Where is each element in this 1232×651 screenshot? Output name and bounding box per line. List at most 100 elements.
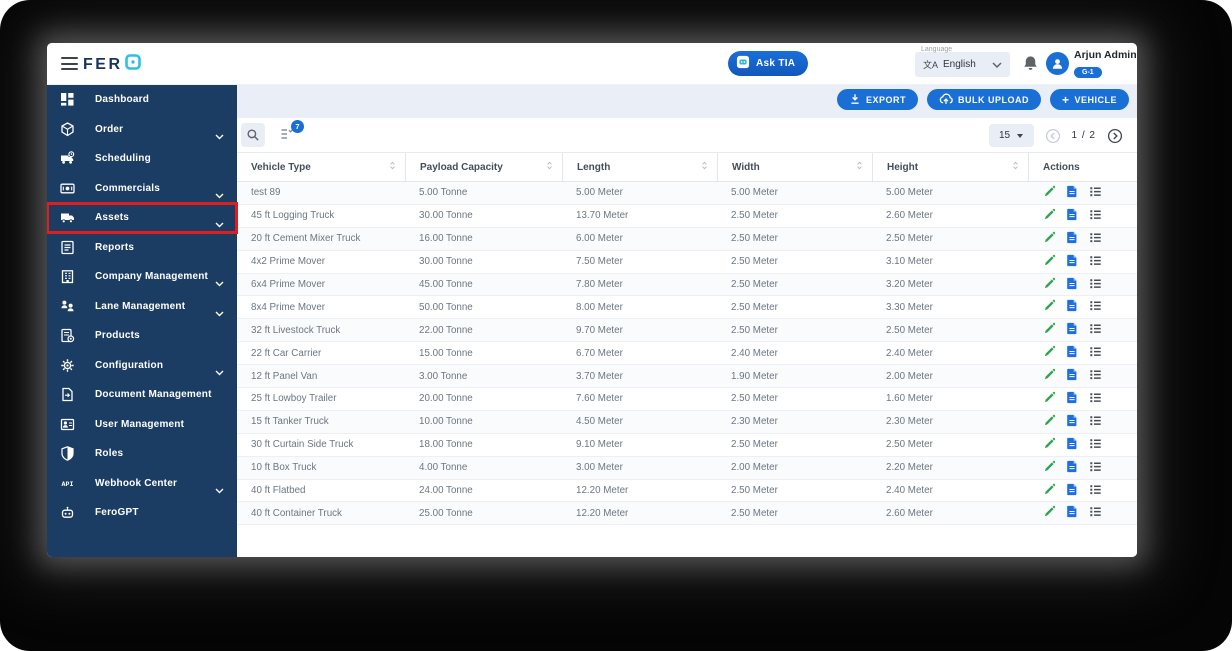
column-header-height[interactable]: Height [872, 153, 1028, 181]
column-header-vehicle-type[interactable]: Vehicle Type [237, 153, 405, 181]
edit-button[interactable] [1042, 277, 1056, 292]
cell-length: 5.00 Meter [576, 187, 623, 199]
lane-management-icon [60, 299, 75, 314]
details-button[interactable] [1088, 232, 1102, 246]
column-header-length[interactable]: Length [562, 153, 717, 181]
sidebar-item-ferogpt[interactable]: FeroGPT [47, 498, 237, 528]
shield-icon [60, 446, 75, 462]
filter-button[interactable]: 7 [279, 120, 304, 143]
table-row: 10 ft Box Truck 4.00 Tonne 3.00 Meter 2.00 … [237, 456, 1137, 480]
file-icon [1066, 231, 1078, 247]
add-vehicle-button[interactable]: + VEHICLE [1049, 89, 1129, 110]
edit-button[interactable] [1042, 460, 1056, 475]
sort-icon[interactable] [855, 159, 864, 175]
document-button[interactable] [1065, 185, 1079, 200]
export-button[interactable]: EXPORT [836, 89, 918, 110]
document-button[interactable] [1065, 323, 1079, 337]
user-avatar[interactable] [1046, 52, 1069, 75]
edit-button[interactable] [1042, 231, 1056, 246]
sidebar-item-configuration[interactable]: Configuration [47, 351, 237, 381]
details-button[interactable] [1088, 186, 1102, 200]
edit-button[interactable] [1042, 323, 1056, 337]
sort-icon[interactable] [388, 159, 397, 175]
details-button[interactable] [1088, 323, 1102, 337]
details-button[interactable] [1088, 346, 1102, 360]
document-button[interactable] [1065, 277, 1079, 292]
details-button[interactable] [1088, 461, 1102, 475]
details-button[interactable] [1088, 438, 1102, 452]
details-button[interactable] [1088, 300, 1102, 314]
page-size-value: 15 [998, 130, 1011, 141]
sidebar-item-products[interactable]: Products [47, 321, 237, 351]
document-button[interactable] [1065, 300, 1079, 314]
document-button[interactable] [1065, 231, 1079, 247]
edit-button[interactable] [1042, 185, 1056, 200]
sidebar-item-dashboard[interactable]: Dashboard [47, 85, 237, 115]
tia-bot-icon [736, 55, 750, 72]
edit-button[interactable] [1042, 414, 1056, 429]
edit-button[interactable] [1042, 483, 1056, 498]
filter-count-badge: 7 [291, 120, 304, 133]
document-button[interactable] [1065, 391, 1079, 406]
cell-vehicle_type: 25 ft Lowboy Trailer [251, 393, 337, 405]
details-button[interactable] [1088, 484, 1102, 498]
details-button[interactable] [1088, 415, 1102, 429]
language-selector[interactable]: Language 文A English [915, 46, 1010, 77]
cell-length: 6.00 Meter [576, 233, 623, 245]
column-header-payload-capacity[interactable]: Payload Capacity [405, 153, 562, 181]
hamburger-menu-icon[interactable] [61, 57, 78, 70]
document-button[interactable] [1065, 460, 1079, 475]
edit-button[interactable] [1042, 254, 1056, 269]
next-page-button[interactable] [1107, 128, 1123, 144]
document-button[interactable] [1065, 368, 1079, 383]
document-button[interactable] [1065, 437, 1079, 452]
previous-page-button[interactable] [1045, 128, 1061, 144]
details-button[interactable] [1088, 392, 1102, 406]
document-button[interactable] [1065, 346, 1079, 360]
cell-width: 2.00 Meter [731, 462, 778, 474]
table-row: 25 ft Lowboy Trailer 20.00 Tonne 7.60 Mete… [237, 388, 1137, 411]
sidebar-item-scheduling[interactable]: Scheduling [47, 144, 237, 174]
sort-icon[interactable] [1011, 159, 1020, 175]
document-button[interactable] [1065, 208, 1079, 224]
details-button[interactable] [1088, 209, 1102, 223]
sidebar-item-assets[interactable]: Assets [47, 202, 238, 234]
edit-button[interactable] [1042, 506, 1056, 520]
sidebar-item-lane-management[interactable]: Lane Management [47, 292, 237, 322]
sidebar-item-webhook-center[interactable]: API Webhook Center [47, 469, 237, 499]
sort-icon[interactable] [700, 159, 709, 175]
column-header-width[interactable]: Width [717, 153, 872, 181]
details-button[interactable] [1088, 369, 1102, 383]
document-button[interactable] [1065, 414, 1079, 429]
document-button[interactable] [1065, 506, 1079, 520]
cell-height: 5.00 Meter [886, 187, 933, 199]
edit-button[interactable] [1042, 346, 1056, 360]
sort-icon[interactable] [545, 159, 554, 175]
document-button[interactable] [1065, 254, 1079, 269]
bulk-upload-button[interactable]: BULK UPLOAD [926, 89, 1041, 110]
edit-button[interactable] [1042, 208, 1056, 223]
details-button[interactable] [1088, 255, 1102, 269]
file-icon [1066, 208, 1078, 224]
notification-bell-icon[interactable] [1022, 55, 1039, 73]
ask-tia-button[interactable]: Ask TIA [728, 51, 809, 76]
sidebar-item-reports[interactable]: Reports [47, 233, 237, 263]
edit-button[interactable] [1042, 391, 1056, 406]
edit-button[interactable] [1042, 368, 1056, 383]
document-button[interactable] [1065, 483, 1079, 498]
sidebar-item-order[interactable]: Order [47, 115, 237, 145]
edit-button[interactable] [1042, 300, 1056, 314]
sidebar-item-company-management[interactable]: Company Management [47, 262, 237, 292]
sidebar-item-document-management[interactable]: Document Management [47, 380, 237, 410]
page-size-select[interactable]: 15 [988, 124, 1034, 147]
details-button[interactable] [1088, 278, 1102, 292]
sidebar-item-commercials[interactable]: Commercials [47, 174, 237, 204]
details-button[interactable] [1088, 506, 1102, 520]
add-vehicle-label: VEHICLE [1074, 94, 1117, 105]
sidebar-item-user-management[interactable]: User Management [47, 410, 237, 440]
edit-button[interactable] [1042, 437, 1056, 452]
cell-payload: 4.00 Tonne [419, 462, 468, 474]
user-info[interactable]: Arjun Admin G-1 [1074, 49, 1137, 79]
sidebar-item-roles[interactable]: Roles [47, 439, 237, 469]
search-button[interactable] [241, 123, 265, 147]
